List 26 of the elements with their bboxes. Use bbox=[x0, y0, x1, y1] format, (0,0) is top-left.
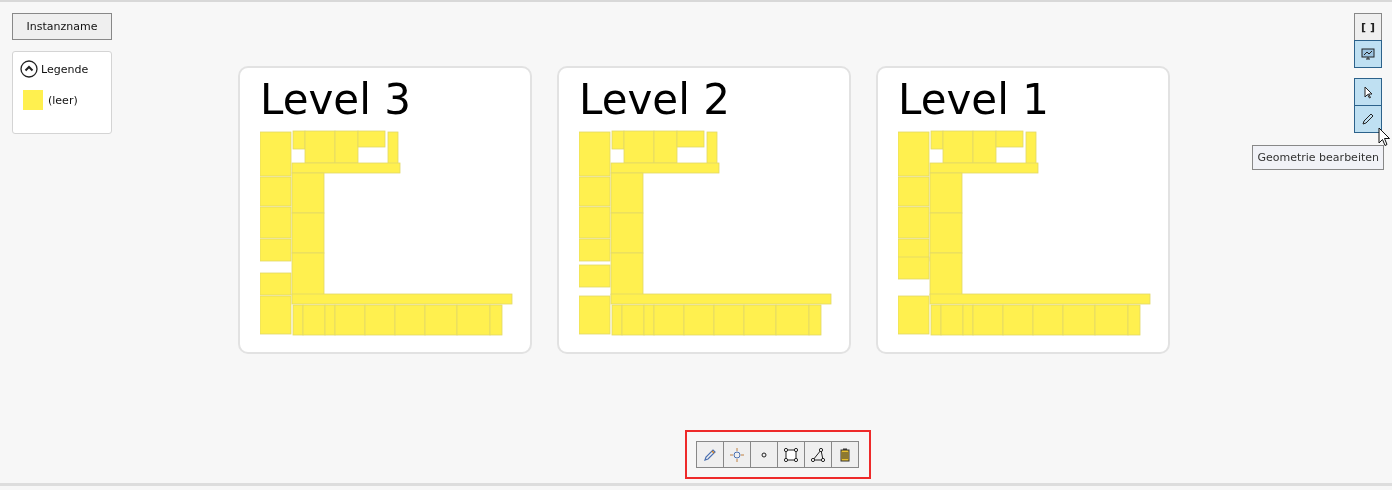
monitor-button[interactable] bbox=[1354, 40, 1382, 68]
pencil-button[interactable] bbox=[1354, 105, 1382, 133]
level-card[interactable]: Level 1 bbox=[876, 66, 1170, 354]
collapse-icon[interactable] bbox=[20, 60, 38, 78]
level-title: Level 1 bbox=[898, 74, 1050, 126]
rectangle-button[interactable] bbox=[777, 441, 805, 468]
level-card[interactable]: Level 3 bbox=[238, 66, 532, 354]
level-card[interactable]: Level 2 bbox=[557, 66, 851, 354]
polyline-button[interactable] bbox=[804, 441, 832, 468]
trash-icon bbox=[837, 446, 853, 463]
pencil-icon bbox=[1361, 112, 1375, 126]
select-button[interactable] bbox=[1354, 78, 1382, 106]
instance-name-button[interactable]: Instanzname bbox=[12, 13, 112, 40]
tooltip: Geometrie bearbeiten bbox=[1252, 145, 1384, 170]
brackets-button[interactable]: [ ] bbox=[1354, 13, 1382, 41]
level-title: Level 2 bbox=[579, 74, 731, 126]
monitor-icon bbox=[1361, 47, 1375, 61]
legend-label: (leer) bbox=[48, 93, 78, 107]
pointer-icon bbox=[1361, 85, 1375, 99]
move-icon bbox=[729, 446, 745, 463]
polyline-icon bbox=[810, 446, 826, 463]
move-button[interactable] bbox=[723, 441, 751, 468]
rectangle-icon bbox=[783, 446, 799, 463]
level-title: Level 3 bbox=[260, 74, 412, 126]
legend-title: Legende bbox=[41, 62, 89, 76]
delete-button[interactable] bbox=[831, 441, 859, 468]
